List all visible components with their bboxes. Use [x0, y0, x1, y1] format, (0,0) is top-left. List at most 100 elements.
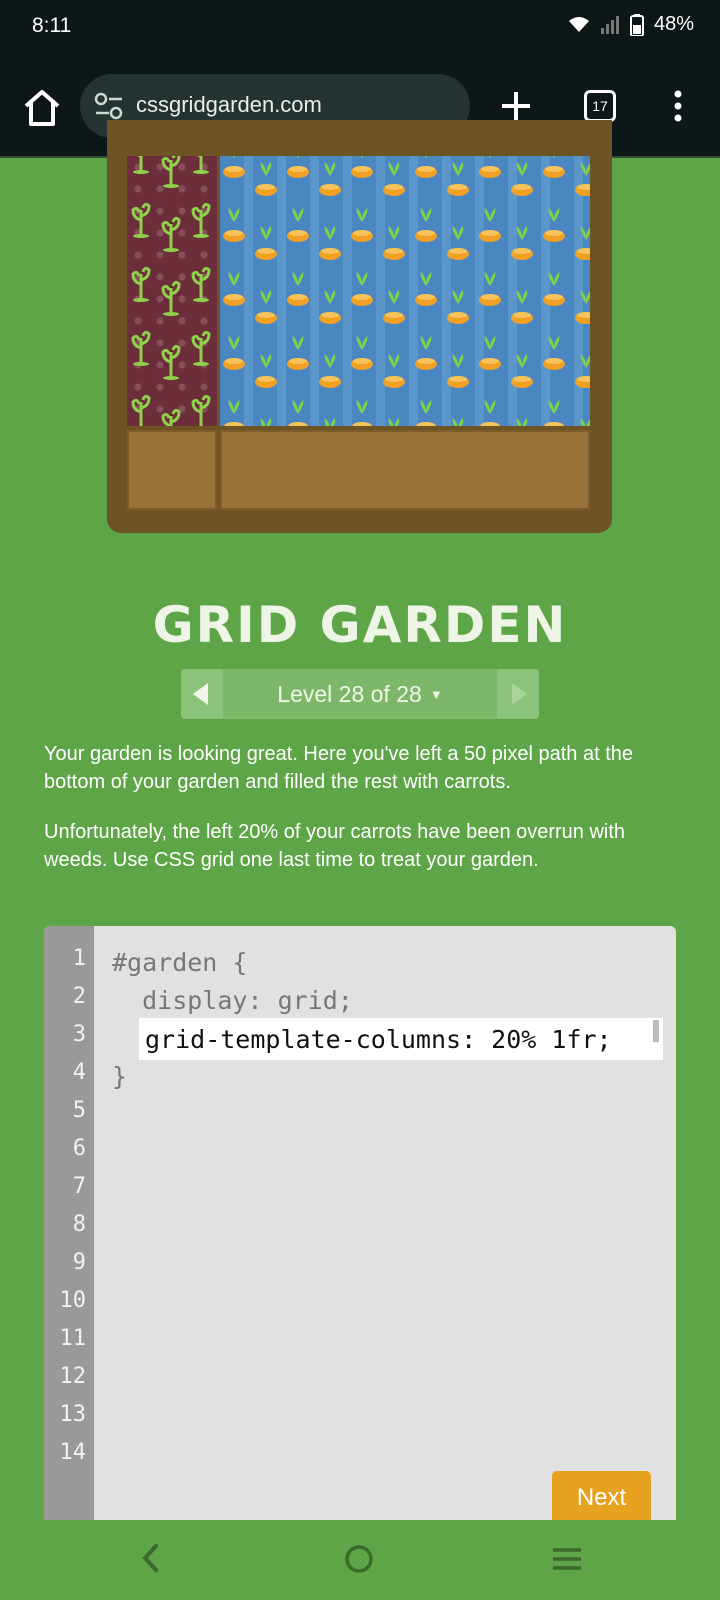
carrot-icon [318, 288, 342, 330]
carrot-icon [222, 270, 246, 312]
carrot-icon [254, 224, 278, 266]
carrot-icon [286, 270, 310, 312]
carrot-icon [414, 156, 438, 184]
carrot-icon [510, 352, 534, 394]
carrot-icon [350, 156, 374, 184]
game-title: GRID GARDEN [152, 596, 568, 654]
carrot-icon [350, 398, 374, 426]
code-input-area[interactable] [139, 1018, 663, 1060]
weeds-area [127, 156, 217, 426]
line-number: 2 [72, 984, 86, 1009]
carrot-icon [318, 352, 342, 394]
input-scrollbar[interactable] [653, 1020, 659, 1042]
back-icon[interactable] [136, 1538, 166, 1578]
carrot-icon [318, 416, 342, 426]
carrot-icon [254, 416, 278, 426]
line-number-gutter: 1 2 3 4 5 6 7 8 9 10 11 12 13 14 [44, 926, 94, 1520]
carrot-icon [286, 156, 310, 184]
weed-icon [159, 338, 183, 380]
carrot-icon [446, 352, 470, 394]
recents-icon[interactable] [550, 1543, 584, 1575]
weed-icon [159, 402, 183, 426]
weed-icon [189, 324, 213, 366]
level-navigator: Level 28 of 28 ▼ [181, 669, 539, 719]
weed-icon [129, 156, 153, 174]
carrot-icon [286, 334, 310, 376]
url-text[interactable]: cssgridgarden.com [136, 92, 322, 118]
instruction-paragraph: Unfortunately, the left 20% of your carr… [44, 821, 626, 871]
carrot-icon [478, 334, 502, 376]
carrot-icon [574, 160, 590, 202]
carrot-icon [478, 206, 502, 248]
previous-level-button[interactable] [181, 669, 223, 719]
carrot-icon [478, 398, 502, 426]
tab-switcher-button[interactable]: 17 [584, 90, 616, 122]
carrot-icon [414, 334, 438, 376]
carrot-icon [222, 398, 246, 426]
weed-icon [189, 156, 213, 174]
carrot-icon [478, 156, 502, 184]
status-time: 8:11 [32, 14, 72, 37]
soil-path-right [220, 430, 590, 510]
carrot-icon [382, 416, 406, 426]
line-number: 8 [72, 1212, 86, 1237]
line-number: 3 [72, 1022, 86, 1047]
carrot-icon [318, 160, 342, 202]
code-input[interactable] [139, 1018, 647, 1060]
line-number: 7 [72, 1174, 86, 1199]
status-bar: 8:11 48% [0, 0, 720, 56]
weed-icon [189, 196, 213, 238]
caret-down-icon: ▼ [429, 687, 443, 702]
carrot-icon [222, 334, 246, 376]
carrot-icon [574, 288, 590, 330]
line-number: 9 [72, 1250, 86, 1275]
line-number: 5 [72, 1098, 86, 1123]
home-icon[interactable] [20, 86, 64, 130]
carrot-icon [542, 334, 566, 376]
code-editor: 1 2 3 4 5 6 7 8 9 10 11 12 13 14 #garden { display: g… [44, 926, 676, 1520]
system-nav-bar [0, 1520, 720, 1600]
carrot-icon [446, 416, 470, 426]
line-number: 12 [59, 1364, 87, 1389]
line-number: 10 [59, 1288, 87, 1313]
weed-icon [159, 156, 183, 188]
carrot-icon [574, 416, 590, 426]
code-line-2: display: grid; [112, 986, 353, 1015]
more-options-icon[interactable] [668, 86, 688, 126]
carrot-icon [382, 352, 406, 394]
instruction-paragraph: Your garden is looking great. Here you'v… [44, 743, 634, 793]
weed-icon [129, 196, 153, 238]
site-settings-icon[interactable] [94, 92, 124, 120]
carrot-icon [542, 206, 566, 248]
status-icons: 48% [568, 13, 694, 36]
carrot-icon [350, 334, 374, 376]
next-level-button[interactable] [497, 669, 539, 719]
carrot-icon [510, 288, 534, 330]
carrot-icon [446, 160, 470, 202]
carrot-icon [574, 224, 590, 266]
carrot-icon [254, 160, 278, 202]
carrot-icon [382, 288, 406, 330]
home-nav-icon[interactable] [343, 1543, 375, 1575]
carrot-icon [222, 206, 246, 248]
line-number: 11 [59, 1326, 87, 1351]
carrot-icon [350, 206, 374, 248]
carrot-icon [414, 206, 438, 248]
carrot-icon [446, 224, 470, 266]
soil-path-left [127, 430, 217, 510]
line-number: 13 [59, 1402, 87, 1427]
carrot-icon [382, 160, 406, 202]
weed-icon [189, 260, 213, 302]
code-line-4: } [112, 1062, 128, 1091]
weed-icon [159, 210, 183, 252]
carrot-icon [286, 206, 310, 248]
next-button[interactable]: Next [552, 1471, 651, 1525]
carrot-icon [542, 156, 566, 184]
weed-icon [189, 388, 213, 426]
carrot-icon [446, 288, 470, 330]
carrot-water-area [220, 156, 590, 426]
level-dropdown[interactable]: Level 28 of 28 ▼ [223, 681, 497, 708]
signal-icon [600, 15, 619, 34]
carrot-icon [510, 160, 534, 202]
carrot-icon [350, 270, 374, 312]
